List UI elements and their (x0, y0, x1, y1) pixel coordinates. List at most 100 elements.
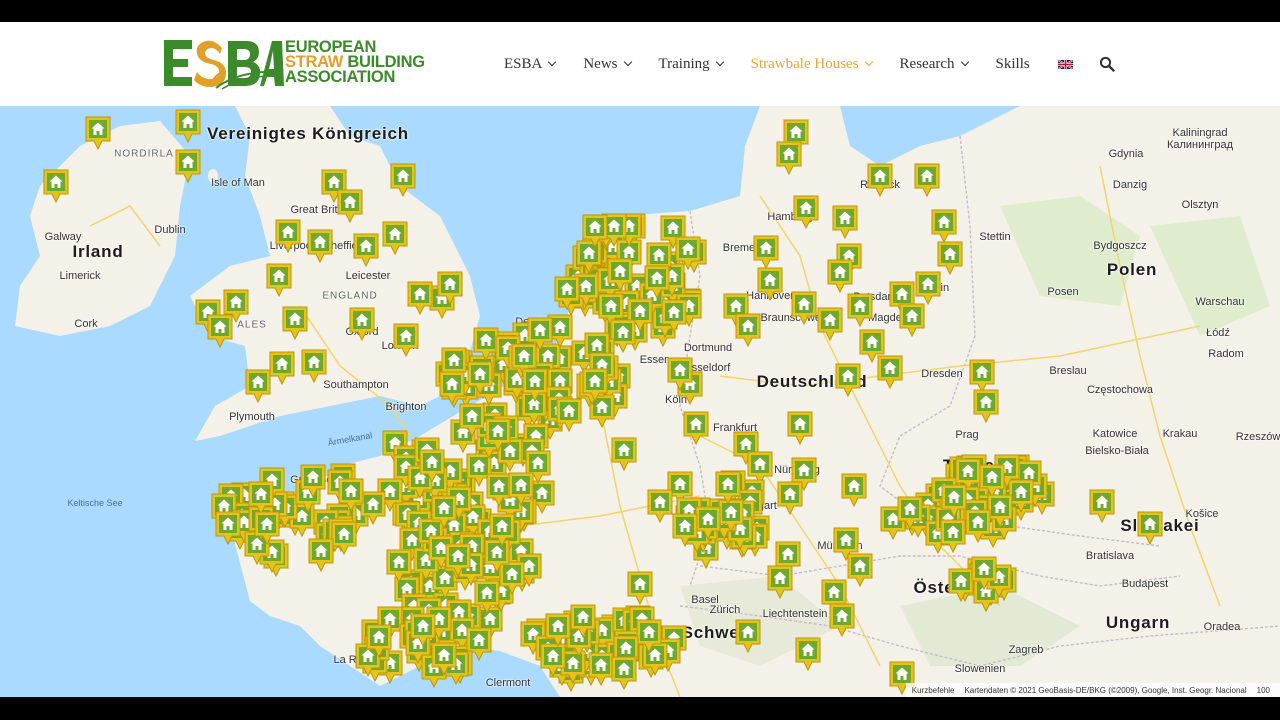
strawbale-house-marker[interactable] (555, 397, 583, 433)
nav-item-skills[interactable]: Skills (996, 56, 1030, 73)
strawbale-house-marker[interactable] (896, 495, 924, 531)
strawbale-house-marker[interactable] (300, 348, 328, 384)
strawbale-house-marker[interactable] (206, 313, 234, 349)
nav-item-news[interactable]: News (583, 56, 632, 73)
strawbale-house-marker[interactable] (430, 494, 458, 530)
strawbale-house-marker[interactable] (406, 280, 434, 316)
nav-item-esba[interactable]: ESBA (504, 56, 557, 73)
strawbale-house-marker[interactable] (307, 537, 335, 573)
strawbale-house-marker[interactable] (826, 258, 854, 294)
uk-flag-icon[interactable] (1057, 59, 1073, 69)
strawbale-house-marker[interactable] (418, 448, 446, 484)
strawbale-house-marker[interactable] (610, 436, 638, 472)
strawbale-house-marker[interactable] (972, 388, 1000, 424)
strawbale-house-marker[interactable] (970, 555, 998, 591)
strawbale-house-marker[interactable] (626, 570, 654, 606)
esba-logo[interactable]: EUROPEAN STRAW BUILDING ASSOCIATION (164, 36, 434, 92)
strawbale-house-marker[interactable] (756, 266, 784, 302)
strawbale-house-marker[interactable] (473, 579, 501, 615)
strawbale-house-marker[interactable] (866, 162, 894, 198)
strawbale-house-marker[interactable] (1088, 488, 1116, 524)
strawbale-house-marker[interactable] (898, 302, 926, 338)
strawbale-house-marker[interactable] (381, 220, 409, 256)
map-data-credit[interactable]: Kartendaten © 2021 GeoBasis-DE/BKG (©200… (964, 686, 1246, 695)
strawbale-house-marker[interactable] (337, 477, 365, 513)
strawbale-house-marker[interactable] (268, 350, 296, 386)
nav-item-research[interactable]: Research (900, 56, 969, 73)
strawbale-houses-map[interactable]: Vereinigtes Königreich Irland Deutschlan… (0, 106, 1280, 697)
strawbale-house-marker[interactable] (409, 612, 437, 648)
strawbale-house-marker[interactable] (385, 548, 413, 584)
strawbale-house-marker[interactable] (606, 257, 634, 293)
strawbale-house-marker[interactable] (914, 270, 942, 306)
strawbale-house-marker[interactable] (752, 234, 780, 270)
search-icon[interactable] (1099, 56, 1115, 72)
strawbale-house-marker[interactable] (913, 162, 941, 198)
strawbale-house-marker[interactable] (488, 512, 516, 548)
strawbale-house-marker[interactable] (1136, 510, 1164, 546)
strawbale-house-marker[interactable] (581, 213, 609, 249)
strawbale-house-marker[interactable] (466, 360, 494, 396)
strawbale-house-marker[interactable] (438, 370, 466, 406)
strawbale-house-marker[interactable] (840, 472, 868, 508)
strawbale-house-marker[interactable] (274, 218, 302, 254)
strawbale-house-marker[interactable] (244, 368, 272, 404)
strawbale-house-marker[interactable] (458, 402, 486, 438)
strawbale-house-marker[interactable] (436, 270, 464, 306)
strawbale-house-marker[interactable] (214, 510, 242, 546)
strawbale-house-marker[interactable] (521, 367, 549, 403)
strawbale-house-marker[interactable] (792, 194, 820, 230)
strawbale-house-marker[interactable] (660, 298, 688, 334)
strawbale-house-marker[interactable] (299, 463, 327, 499)
strawbale-house-marker[interactable] (734, 312, 762, 348)
strawbale-house-marker[interactable] (253, 510, 281, 546)
strawbale-house-marker[interactable] (714, 470, 742, 506)
strawbale-house-marker[interactable] (790, 290, 818, 326)
strawbale-house-marker[interactable] (365, 623, 393, 659)
strawbale-house-marker[interactable] (646, 488, 674, 524)
strawbale-house-marker[interactable] (389, 162, 417, 198)
strawbale-house-marker[interactable] (544, 612, 572, 648)
strawbale-house-marker[interactable] (734, 618, 762, 654)
strawbale-house-marker[interactable] (484, 417, 512, 453)
keyboard-shortcuts-link[interactable]: Kurzbefehle (912, 686, 955, 695)
strawbale-house-marker[interactable] (84, 115, 112, 151)
strawbale-house-marker[interactable] (776, 480, 804, 516)
strawbale-house-marker[interactable] (964, 508, 992, 544)
strawbale-house-marker[interactable] (281, 305, 309, 341)
strawbale-house-marker[interactable] (352, 232, 380, 268)
strawbale-house-marker[interactable] (766, 564, 794, 600)
strawbale-house-marker[interactable] (444, 542, 472, 578)
strawbale-house-marker[interactable] (939, 518, 967, 554)
strawbale-house-marker[interactable] (786, 410, 814, 446)
strawbale-house-marker[interactable] (671, 512, 699, 548)
strawbale-house-marker[interactable] (816, 306, 844, 342)
strawbale-house-marker[interactable] (940, 483, 968, 519)
nav-item-strawbale-houses[interactable]: Strawbale Houses (751, 56, 873, 73)
strawbale-house-marker[interactable] (876, 354, 904, 390)
strawbale-house-marker[interactable] (831, 204, 859, 240)
strawbale-house-marker[interactable] (569, 603, 597, 639)
strawbale-house-marker[interactable] (336, 188, 364, 224)
strawbale-house-marker[interactable] (348, 306, 376, 342)
strawbale-house-marker[interactable] (174, 148, 202, 184)
strawbale-house-marker[interactable] (265, 262, 293, 298)
strawbale-house-marker[interactable] (643, 264, 671, 300)
strawbale-house-marker[interactable] (553, 275, 581, 311)
strawbale-house-marker[interactable] (930, 208, 958, 244)
strawbale-house-marker[interactable] (610, 655, 638, 691)
strawbale-house-marker[interactable] (392, 322, 420, 358)
strawbale-house-marker[interactable] (507, 471, 535, 507)
strawbale-house-marker[interactable] (306, 228, 334, 264)
strawbale-house-marker[interactable] (794, 636, 822, 672)
strawbale-house-marker[interactable] (834, 362, 862, 398)
strawbale-house-marker[interactable] (174, 108, 202, 144)
strawbale-house-marker[interactable] (828, 602, 856, 638)
strawbale-house-marker[interactable] (42, 168, 70, 204)
strawbale-house-marker[interactable] (682, 410, 710, 446)
strawbale-house-marker[interactable] (846, 552, 874, 588)
nav-item-training[interactable]: Training (659, 56, 724, 73)
strawbale-house-marker[interactable] (666, 356, 694, 392)
strawbale-house-marker[interactable] (581, 367, 609, 403)
strawbale-house-marker[interactable] (775, 140, 803, 176)
